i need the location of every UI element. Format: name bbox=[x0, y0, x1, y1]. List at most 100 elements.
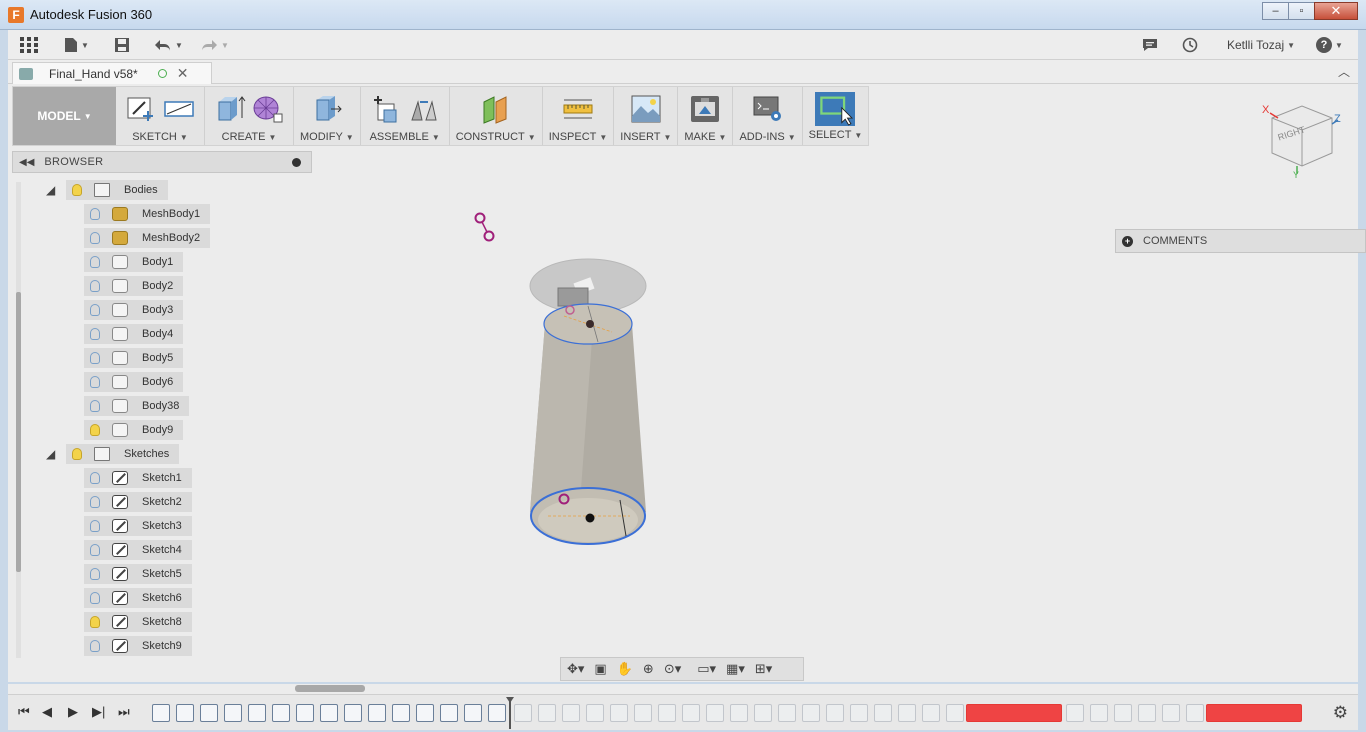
timeline-feature-suppressed[interactable] bbox=[682, 704, 700, 722]
timeline-feature-error-group[interactable] bbox=[966, 704, 1062, 722]
timeline-marker[interactable] bbox=[506, 697, 514, 729]
ribbon-group-insert[interactable]: INSERT ▼ bbox=[614, 87, 679, 145]
maximize-button[interactable]: ▫ bbox=[1288, 2, 1315, 20]
form-icon[interactable] bbox=[252, 94, 284, 124]
timeline-feature-suppressed[interactable] bbox=[1090, 704, 1108, 722]
timeline-play-icon[interactable]: ▶ bbox=[68, 704, 78, 720]
3d-model-viewport[interactable] bbox=[8, 84, 1358, 682]
timeline-feature[interactable] bbox=[152, 704, 170, 722]
zoom-icon[interactable]: ⊕ bbox=[643, 661, 654, 677]
timeline-next-icon[interactable]: ▶| bbox=[92, 704, 105, 720]
timeline-feature-suppressed[interactable] bbox=[946, 704, 964, 722]
tree-item-body[interactable]: Body9 bbox=[84, 420, 184, 440]
tree-item-body[interactable]: Body5 bbox=[84, 348, 184, 368]
pan-icon[interactable]: ✋ bbox=[617, 661, 633, 677]
help-menu[interactable]: ? ▼ bbox=[1316, 36, 1343, 54]
measure-icon[interactable] bbox=[562, 94, 594, 124]
timeline-feature-suppressed[interactable] bbox=[754, 704, 772, 722]
timeline-feature[interactable] bbox=[296, 704, 314, 722]
tree-item-body[interactable]: MeshBody2 bbox=[84, 228, 211, 248]
tab-close-button[interactable]: ✕ bbox=[177, 65, 189, 82]
timeline-feature-suppressed[interactable] bbox=[850, 704, 868, 722]
timeline-feature[interactable] bbox=[440, 704, 458, 722]
display-settings-icon[interactable]: ▭▾ bbox=[697, 661, 716, 677]
timeline-feature-suppressed[interactable] bbox=[778, 704, 796, 722]
tree-item-body[interactable]: Body1 bbox=[84, 252, 184, 272]
select-icon[interactable] bbox=[815, 92, 856, 126]
tree-item-sketch[interactable]: Sketch5 bbox=[84, 564, 192, 584]
visibility-lightbulb-icon[interactable] bbox=[72, 448, 82, 460]
tree-item-sketch[interactable]: Sketch8 bbox=[84, 612, 192, 632]
tree-item-body[interactable]: Body38 bbox=[84, 396, 190, 416]
timeline-feature[interactable] bbox=[392, 704, 410, 722]
timeline-feature-suppressed[interactable] bbox=[706, 704, 724, 722]
timeline-feature[interactable] bbox=[200, 704, 218, 722]
joint-icon[interactable] bbox=[408, 94, 440, 124]
timeline-feature[interactable] bbox=[176, 704, 194, 722]
fit-icon[interactable]: ⊙▾ bbox=[664, 661, 681, 677]
chevron-up-icon[interactable]: ︿ bbox=[1338, 63, 1350, 80]
viewcube[interactable]: RIGHT X Z Y bbox=[1262, 98, 1344, 180]
viewports-icon[interactable]: ⊞▾ bbox=[755, 661, 772, 677]
orbit-icon[interactable]: ✥▾ bbox=[567, 661, 584, 677]
tree-item-sketch[interactable]: Sketch3 bbox=[84, 516, 192, 536]
timeline-previous-icon[interactable]: ◀ bbox=[42, 704, 52, 720]
browser-scrollbar[interactable] bbox=[16, 182, 21, 658]
gear-icon[interactable]: ⚙ bbox=[1333, 703, 1348, 723]
timeline-feature-suppressed[interactable] bbox=[874, 704, 892, 722]
timeline-start-icon[interactable]: ⏮ bbox=[18, 704, 30, 720]
visibility-lightbulb-icon[interactable] bbox=[90, 280, 100, 292]
visibility-lightbulb-icon[interactable] bbox=[90, 592, 100, 604]
ribbon-group-inspect[interactable]: INSPECT ▼ bbox=[543, 87, 615, 145]
visibility-lightbulb-icon[interactable] bbox=[90, 424, 100, 436]
browser-scroll-thumb[interactable] bbox=[16, 292, 21, 572]
press-pull-icon[interactable] bbox=[311, 94, 343, 124]
data-panel-button[interactable] bbox=[20, 36, 38, 54]
timeline-feature-suppressed[interactable] bbox=[1186, 704, 1204, 722]
tree-folder-bodies[interactable]: Bodies bbox=[66, 180, 168, 200]
comments-panel[interactable]: + COMMENTS bbox=[1115, 229, 1366, 253]
tree-item-sketch[interactable]: Sketch6 bbox=[84, 588, 192, 608]
insert-image-icon[interactable] bbox=[630, 94, 662, 124]
ribbon-group-modify[interactable]: MODIFY ▼ bbox=[294, 87, 361, 145]
offset-plane-icon[interactable] bbox=[480, 94, 512, 124]
timeline-feature[interactable] bbox=[464, 704, 482, 722]
collapse-bodies-icon[interactable]: ◢ bbox=[46, 183, 55, 197]
timeline-feature[interactable] bbox=[272, 704, 290, 722]
save-button[interactable] bbox=[114, 36, 130, 54]
tree-item-body[interactable]: Body3 bbox=[84, 300, 184, 320]
timeline-feature-suppressed[interactable] bbox=[514, 704, 532, 722]
create-sketch-icon[interactable] bbox=[125, 94, 157, 124]
timeline-feature-suppressed[interactable] bbox=[538, 704, 556, 722]
tree-item-sketch[interactable]: Sketch2 bbox=[84, 492, 192, 512]
timeline-feature-suppressed[interactable] bbox=[586, 704, 604, 722]
visibility-lightbulb-icon[interactable] bbox=[72, 184, 82, 196]
close-button[interactable]: ✕ bbox=[1314, 2, 1358, 20]
tree-item-body[interactable]: MeshBody1 bbox=[84, 204, 211, 224]
timeline-feature-suppressed[interactable] bbox=[898, 704, 916, 722]
visibility-lightbulb-icon[interactable] bbox=[90, 472, 100, 484]
timeline-feature[interactable] bbox=[224, 704, 242, 722]
ribbon-group-construct[interactable]: CONSTRUCT ▼ bbox=[450, 87, 543, 145]
viewport-canvas[interactable] bbox=[8, 84, 1358, 682]
timeline-feature-suppressed[interactable] bbox=[610, 704, 628, 722]
ribbon-group-assemble[interactable]: ASSEMBLE ▼ bbox=[361, 87, 450, 145]
scripts-addins-icon[interactable] bbox=[752, 94, 784, 124]
timeline-feature-suppressed[interactable] bbox=[1138, 704, 1156, 722]
timeline-feature[interactable] bbox=[416, 704, 434, 722]
visibility-lightbulb-icon[interactable] bbox=[90, 616, 100, 628]
tree-item-body[interactable]: Body4 bbox=[84, 324, 184, 344]
visibility-lightbulb-icon[interactable] bbox=[90, 352, 100, 364]
visibility-lightbulb-icon[interactable] bbox=[90, 568, 100, 580]
ribbon-group-select[interactable]: SELECT ▼ bbox=[803, 87, 869, 145]
timeline-scrollbar[interactable] bbox=[8, 684, 1358, 694]
timeline-feature-suppressed[interactable] bbox=[730, 704, 748, 722]
visibility-lightbulb-icon[interactable] bbox=[90, 304, 100, 316]
timeline-feature[interactable] bbox=[344, 704, 362, 722]
look-at-icon[interactable]: ▣ bbox=[594, 661, 606, 677]
document-tab[interactable]: Final_Hand v58* ✕ bbox=[12, 62, 212, 84]
redo-button[interactable]: ▼ bbox=[200, 36, 229, 54]
visibility-lightbulb-icon[interactable] bbox=[90, 376, 100, 388]
tree-item-sketch[interactable]: Sketch1 bbox=[84, 468, 192, 488]
file-menu-button[interactable]: ▼ bbox=[64, 36, 89, 54]
